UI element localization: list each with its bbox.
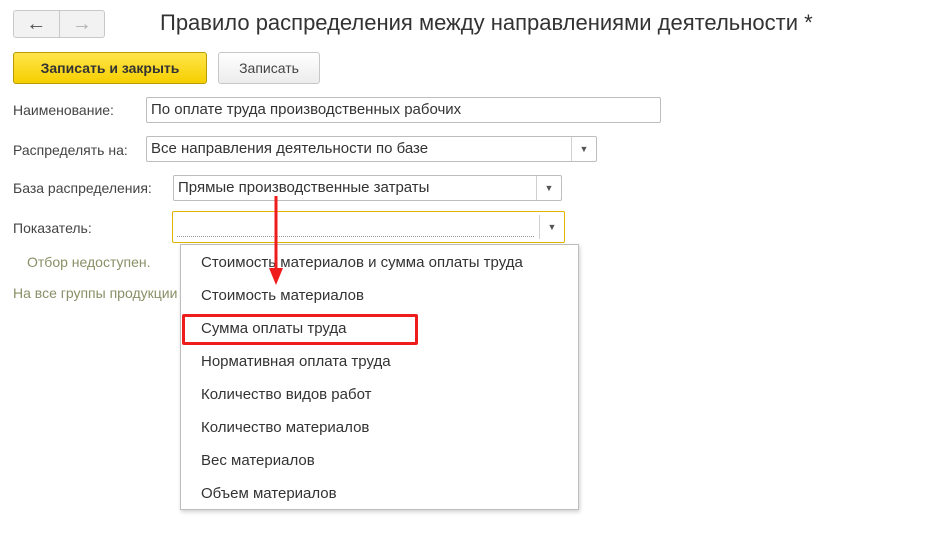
annotation-arrow-icon [269,196,283,285]
